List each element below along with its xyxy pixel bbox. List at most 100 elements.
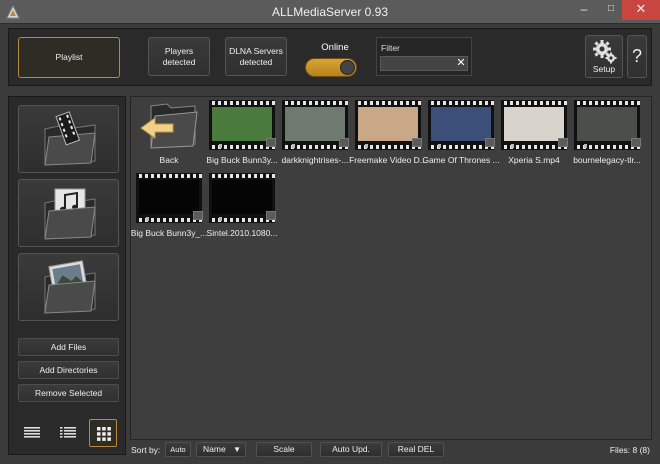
play-marker-icon: [365, 144, 368, 148]
video-thumbnail: [574, 100, 641, 150]
thumbnail-frame: [577, 107, 637, 141]
select-checkbox[interactable]: [631, 138, 641, 147]
select-checkbox[interactable]: [266, 211, 276, 220]
video-thumbnail: [136, 173, 203, 223]
filter-panel: Filter ✕: [376, 37, 472, 76]
photo-category-button[interactable]: [18, 253, 119, 321]
scale-button[interactable]: Scale: [256, 442, 312, 457]
film-strip-icon: [209, 173, 275, 179]
select-checkbox[interactable]: [339, 138, 349, 147]
maximize-button[interactable]: □: [597, 0, 625, 20]
chevron-down-icon: ▼: [233, 445, 241, 454]
video-thumbnail: [355, 100, 422, 150]
video-folder-icon: [44, 111, 96, 166]
left-panel: Add Files Add Directories Remove Selecte…: [8, 96, 126, 455]
sort-by-label: Sort by:: [131, 445, 161, 455]
video-category-button[interactable]: [18, 105, 119, 173]
thumbnail-frame: [431, 107, 491, 141]
help-label: ?: [631, 46, 642, 67]
close-button[interactable]: ✕: [622, 0, 660, 20]
dlna-label-line1: DLNA Servers: [229, 45, 283, 56]
toggle-knob: [340, 60, 355, 75]
sort-field-value: Name: [203, 444, 226, 454]
remove-selected-button[interactable]: Remove Selected: [18, 384, 119, 402]
media-title: bournelegacy-tlr...: [573, 155, 641, 165]
media-title: darkknightrises-...: [281, 155, 349, 165]
play-marker-icon: [292, 144, 295, 148]
grid-view-button[interactable]: [89, 419, 117, 447]
media-tile[interactable]: Freemake Video D...: [349, 100, 427, 168]
video-thumbnail: [209, 173, 276, 223]
thumbnail-frame: [212, 180, 272, 214]
details-view-button[interactable]: [17, 419, 45, 447]
media-title: Game Of Thrones ...: [422, 155, 500, 165]
film-strip-icon: [574, 100, 640, 106]
playlist-label: Playlist: [55, 52, 83, 63]
back-tile[interactable]: Back: [134, 100, 204, 168]
details-view-icon: [24, 427, 40, 438]
sort-field-select[interactable]: Name ▼: [196, 442, 246, 457]
film-strip-icon: [501, 100, 567, 106]
media-tile[interactable]: Big Buck Bunn3y_...: [131, 173, 207, 241]
film-strip-icon: [355, 100, 421, 106]
help-button[interactable]: ?: [627, 35, 647, 78]
filter-clear-icon[interactable]: ✕: [455, 56, 467, 71]
online-toggle[interactable]: [305, 58, 357, 77]
play-marker-icon: [438, 144, 441, 148]
thumbnail-frame: [285, 107, 345, 141]
select-checkbox[interactable]: [412, 138, 422, 147]
players-label-line2: detected: [162, 56, 196, 67]
dlna-label-line2: detected: [239, 56, 273, 67]
media-tile[interactable]: Big Buck Bunn3y...: [206, 100, 278, 168]
media-title: Freemake Video D...: [349, 155, 427, 165]
media-tile[interactable]: bournelegacy-tlr...: [572, 100, 642, 168]
status-bar: Sort by: Auto Name ▼ Scale Auto Upd. Rea…: [130, 441, 652, 458]
minimize-button[interactable]: –: [570, 0, 598, 20]
filter-label: Filter: [381, 43, 400, 53]
window-title: ALLMediaServer 0.93: [271, 5, 389, 19]
online-label: Online: [321, 42, 349, 53]
media-tile[interactable]: Sintel.2010.1080...: [207, 173, 277, 241]
thumbnail-frame: [504, 107, 564, 141]
grid-view-icon: [97, 427, 111, 441]
setup-button[interactable]: Setup: [585, 35, 623, 78]
auto-update-button[interactable]: Auto Upd.: [320, 442, 382, 457]
dlna-servers-detected-button[interactable]: DLNA Servers detected: [225, 37, 287, 76]
film-strip-icon: [209, 100, 275, 106]
media-tile[interactable]: darkknightrises-...: [280, 100, 350, 168]
play-marker-icon: [219, 144, 222, 148]
list-view-button[interactable]: [53, 419, 81, 447]
photo-folder-icon: [44, 260, 96, 314]
video-thumbnail: [428, 100, 495, 150]
sort-auto-button[interactable]: Auto: [165, 442, 191, 457]
top-toolbar: Playlist Players detected DLNA Servers d…: [8, 28, 652, 86]
video-thumbnail: [209, 100, 276, 150]
back-folder-icon: [140, 103, 198, 149]
media-tile[interactable]: Xperia S.mp4: [499, 100, 569, 168]
players-detected-button[interactable]: Players detected: [148, 37, 210, 76]
select-checkbox[interactable]: [193, 211, 203, 220]
thumbnail-frame: [212, 107, 272, 141]
add-directories-button[interactable]: Add Directories: [18, 361, 119, 379]
select-checkbox[interactable]: [558, 138, 568, 147]
real-delete-button[interactable]: Real DEL: [388, 442, 444, 457]
setup-label: Setup: [592, 64, 616, 75]
film-strip-icon: [282, 100, 348, 106]
players-detected-label: Players detected: [163, 46, 196, 67]
select-checkbox[interactable]: [266, 138, 276, 147]
playlist-button[interactable]: Playlist: [18, 37, 120, 78]
title-bar: ALLMediaServer 0.93 – □ ✕: [0, 0, 660, 24]
thumbnail-frame: [358, 107, 418, 141]
select-checkbox[interactable]: [485, 138, 495, 147]
film-strip-icon: [136, 173, 202, 179]
media-tile[interactable]: Game Of Thrones ...: [422, 100, 500, 168]
film-strip-icon: [428, 100, 494, 106]
music-category-button[interactable]: [18, 179, 119, 247]
video-thumbnail: [501, 100, 568, 150]
players-label-line1: Players: [164, 45, 194, 56]
files-count: Files: 8 (8): [609, 445, 650, 455]
play-marker-icon: [219, 217, 222, 221]
add-files-button[interactable]: Add Files: [18, 338, 119, 356]
dlna-detected-label: DLNA Servers detected: [229, 46, 283, 67]
list-view-icon: [60, 427, 76, 438]
